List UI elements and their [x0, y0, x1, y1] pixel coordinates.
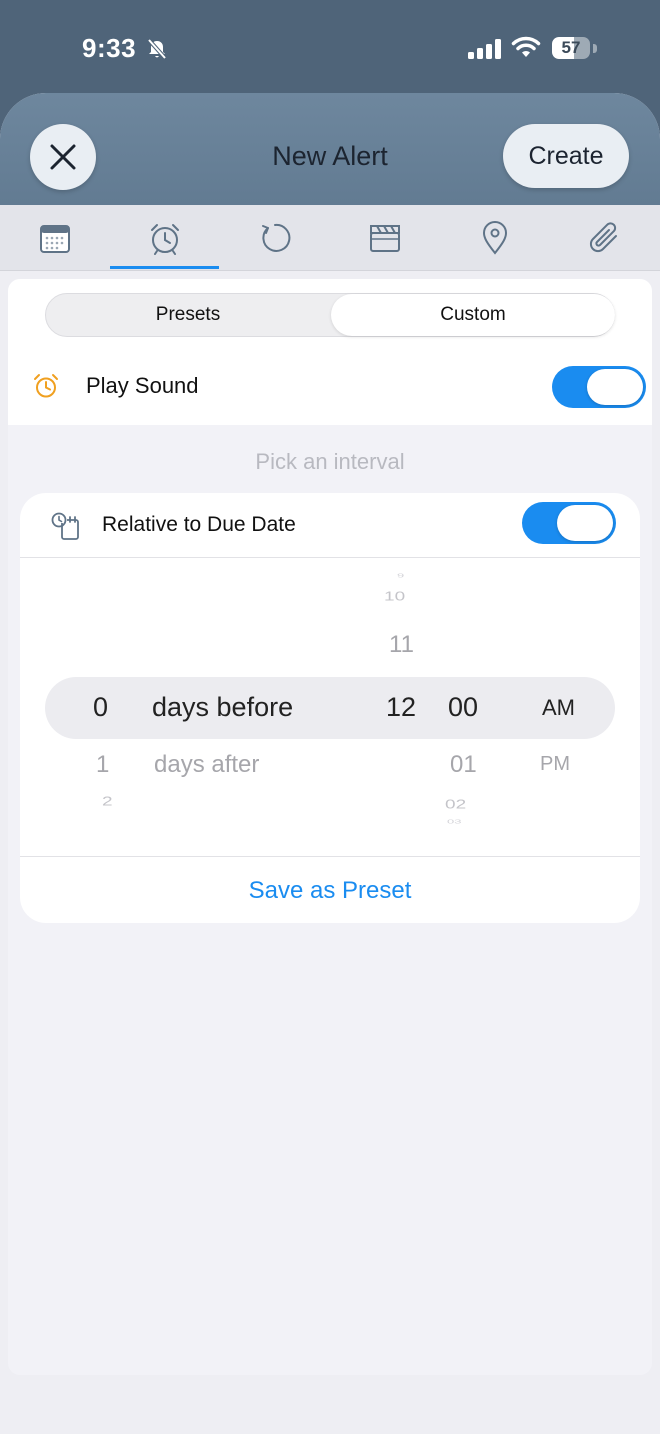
relative-due-date-row: Relative to Due Date [20, 493, 640, 558]
sheet-header: New Alert Create [0, 93, 660, 205]
tab-calendar[interactable] [0, 205, 110, 270]
wifi-icon [511, 36, 541, 63]
status-bar: 9:33 57 [0, 0, 660, 92]
repeat-icon [262, 223, 291, 252]
relative-due-date-toggle[interactable] [522, 502, 616, 544]
alarm-clock-icon [151, 223, 179, 255]
tab-attachment[interactable] [550, 205, 660, 270]
new-alert-sheet: New Alert Create Presets Custom Play Sou… [0, 93, 660, 1434]
mode-segmented-control: Presets Custom [45, 293, 615, 337]
clapperboard-icon [370, 224, 400, 252]
status-time: 9:33 [82, 33, 137, 63]
picker-selection-band [45, 677, 615, 739]
paperclip-icon [589, 221, 617, 252]
battery-cap [593, 44, 597, 53]
play-sound-toggle[interactable] [552, 366, 646, 408]
picker-direction-option[interactable]: days after [154, 751, 259, 779]
play-sound-label: Play Sound [86, 373, 199, 398]
cellular-signal-icon [468, 39, 502, 64]
picker-days-option[interactable]: 1 [96, 751, 109, 779]
picker-minutes-option[interactable]: 01 [450, 751, 477, 779]
battery-level: 57 [561, 38, 581, 57]
tab-clapperboard[interactable] [330, 205, 440, 270]
picker-days-option[interactable]: 2 [102, 794, 113, 809]
picker-period-selected[interactable]: AM [542, 695, 575, 721]
toggle-knob [557, 505, 613, 541]
toggle-knob [587, 369, 643, 405]
picker-minutes-option[interactable]: 03 [447, 819, 461, 825]
picker-hours-option[interactable]: 11 [389, 631, 414, 659]
segment-presets[interactable]: Presets [46, 294, 330, 336]
picker-minutes-selected[interactable]: 00 [448, 692, 478, 723]
tab-repeat[interactable] [220, 205, 330, 270]
play-sound-row: Play Sound [8, 349, 652, 425]
options-card: Presets Custom Play Sound [8, 279, 652, 425]
segment-custom[interactable]: Custom [331, 294, 615, 336]
picker-hours-selected[interactable]: 12 [386, 692, 416, 723]
interval-picker[interactable]: 0 1 2 days before days after 9 10 11 12 … [20, 558, 640, 857]
tab-location[interactable] [440, 205, 550, 270]
tab-alarm[interactable] [110, 205, 220, 270]
create-button[interactable]: Create [503, 124, 629, 188]
clock-calendar-icon [50, 511, 80, 546]
relative-due-date-label: Relative to Due Date [102, 513, 296, 536]
interval-hint: Pick an interval [255, 449, 405, 474]
picker-minutes-option[interactable]: 02 [445, 797, 466, 812]
location-pin-icon [482, 220, 508, 255]
content-panel: Presets Custom Play Sound Pick an interv… [8, 279, 652, 1375]
alarm-clock-icon [32, 372, 60, 405]
tab-bar [0, 205, 660, 271]
interval-card: Relative to Due Date 0 1 2 days before d… [20, 493, 640, 923]
bell-off-icon [146, 38, 168, 65]
picker-direction-selected[interactable]: days before [152, 692, 293, 723]
selected-tab-indicator [110, 266, 219, 269]
save-as-preset-button[interactable]: Save as Preset [20, 877, 640, 905]
picker-days-selected[interactable]: 0 [93, 692, 108, 723]
calendar-icon [40, 224, 70, 253]
picker-hours-option[interactable]: 9 [397, 573, 404, 579]
battery-icon: 57 [552, 37, 590, 59]
picker-period-option[interactable]: PM [540, 753, 570, 776]
picker-hours-option[interactable]: 10 [384, 589, 405, 604]
